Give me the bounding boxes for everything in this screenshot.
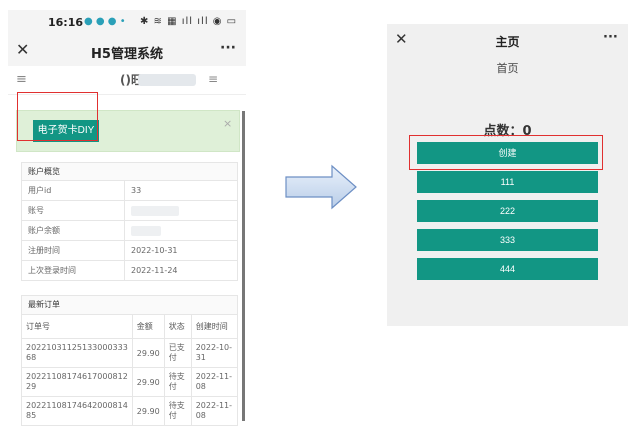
annotation-box-diy (17, 92, 98, 141)
page-subtitle: 首页 (496, 62, 519, 75)
blurred-brand-name (138, 74, 196, 86)
order-id: 20221108174617000812 29 (21, 367, 133, 397)
table-row: 用户id 33 (21, 180, 238, 201)
account-overview-card: 账户概览 用户id 33 账号 账户余额 注册时间 2022-10-31 上次登… (21, 162, 238, 281)
order-time: 2022-11-08 (190, 367, 239, 397)
row-value (124, 220, 238, 241)
latest-orders-title: 最新订单 (21, 295, 238, 314)
item-button-333[interactable]: 333 (417, 229, 598, 251)
left-phone-screenshot: 16:16 ● ● ● • ✱ ≋ ▦ ıll ıll ◉ ▭ ✕ H5管理系统… (8, 10, 246, 426)
account-table: 用户id 33 账号 账户余额 注册时间 2022-10-31 上次登录时间 2… (21, 180, 238, 281)
column-header: 创建时间 (190, 314, 239, 339)
table-row: 20221031125133000333 68 29.90 已支付 2022-1… (21, 338, 239, 368)
order-status: 待支付 (163, 396, 192, 426)
order-id: 20221031125133000333 68 (21, 338, 133, 368)
order-time: 2022-11-08 (190, 396, 239, 426)
column-header: 订单号 (21, 314, 133, 339)
order-amount: 29.90 (131, 338, 165, 368)
scrollbar[interactable] (242, 111, 245, 421)
order-time: 2022-10-31 (190, 338, 239, 368)
more-icon[interactable]: ··· (220, 40, 236, 56)
item-button-222[interactable]: 222 (417, 200, 598, 222)
blurred-value (131, 225, 161, 236)
row-value: 2022-11-24 (124, 260, 238, 281)
item-button-444[interactable]: 444 (417, 258, 598, 280)
order-amount: 29.90 (131, 367, 165, 397)
column-header: 金额 (131, 314, 165, 339)
account-overview-title: 账户概览 (21, 162, 238, 180)
order-status: 待支付 (163, 367, 192, 397)
table-row: 20221108174642000814 85 29.90 待支付 2022-1… (21, 396, 239, 426)
table-row: 注册时间 2022-10-31 (21, 240, 238, 261)
alert-close-icon[interactable]: × (223, 117, 232, 130)
latest-orders-card: 最新订单 订单号 金额 状态 创建时间 20221031125133000333… (21, 295, 239, 426)
hamburger-menu-icon[interactable]: ≡ (16, 72, 27, 87)
column-header: 状态 (163, 314, 192, 339)
row-label: 账号 (21, 200, 125, 221)
blurred-value (131, 205, 179, 216)
item-button-111[interactable]: 111 (417, 171, 598, 193)
table-row: 20221108174617000812 29 29.90 待支付 2022-1… (21, 367, 239, 397)
notification-icons: ● ● ● • (84, 16, 126, 27)
table-header-row: 订单号 金额 状态 创建时间 (21, 314, 239, 339)
left-title-bar: ✕ H5管理系统 ··· (8, 36, 246, 66)
right-title-bar: ✕ 主页 ··· (387, 24, 628, 54)
table-row: 账号 (21, 200, 238, 221)
order-id: 20221108174642000814 85 (21, 396, 133, 426)
right-phone-screenshot: ✕ 主页 ··· 首页 点数：0 创建 111 222 333 444 (387, 24, 628, 326)
orders-table: 订单号 金额 状态 创建时间 20221031125133000333 68 2… (21, 314, 239, 426)
status-bar: 16:16 ● ● ● • ✱ ≋ ▦ ıll ıll ◉ ▭ (8, 10, 246, 36)
menu-icon[interactable]: ≡ (208, 72, 218, 86)
transition-arrow-icon (285, 164, 357, 210)
row-value: 2022-10-31 (124, 240, 238, 261)
row-label: 账户余额 (21, 220, 125, 241)
order-amount: 29.90 (131, 396, 165, 426)
row-value (124, 200, 238, 221)
table-row: 上次登录时间 2022-11-24 (21, 260, 238, 281)
row-label: 用户id (21, 180, 125, 201)
row-value: 33 (124, 180, 238, 201)
system-status-icons: ✱ ≋ ▦ ıll ıll ◉ ▭ (140, 16, 238, 27)
table-row: 账户余额 (21, 220, 238, 241)
row-label: 上次登录时间 (21, 260, 125, 281)
page-title: 主页 (495, 35, 520, 49)
order-status: 已支付 (163, 338, 192, 368)
window-title: H5管理系统 (91, 47, 163, 62)
annotation-box-create (409, 135, 603, 170)
app-navbar: ≡ ()旺 ≡ (8, 66, 246, 95)
more-icon[interactable]: ··· (603, 30, 618, 45)
row-label: 注册时间 (21, 240, 125, 261)
status-time: 16:16 (48, 16, 84, 29)
